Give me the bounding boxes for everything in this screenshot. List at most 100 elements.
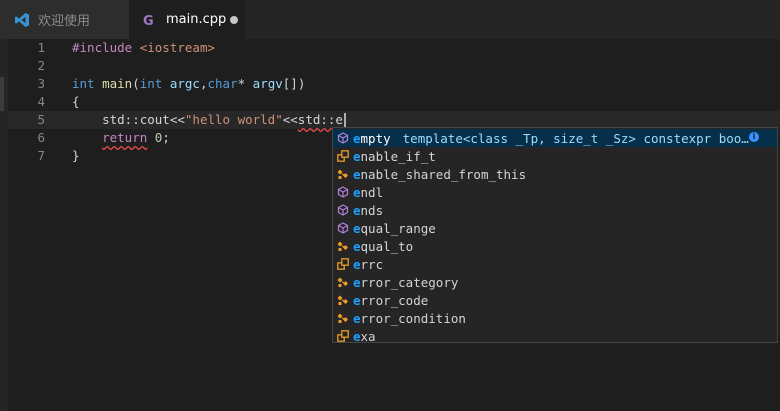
suggestion-item[interactable]: e rror_code [333, 291, 777, 309]
code-token: << [282, 112, 298, 127]
type-alias-icon [337, 258, 349, 270]
line-number: 1 [37, 40, 45, 55]
suggestion-label: qual_to [360, 238, 414, 254]
suggestion-item[interactable]: e rror_condition [333, 309, 777, 327]
suggestion-match: e [353, 310, 361, 326]
suggestion-label: rror_category [360, 274, 459, 290]
code-token: argc [169, 76, 200, 91]
code-token: <iostream> [139, 40, 215, 55]
code-token: []) [282, 76, 306, 91]
class-icon [337, 168, 349, 180]
code-token: * [237, 76, 253, 91]
suggestion-item[interactable]: e nable_shared_from_this [333, 165, 777, 183]
code-token: std::e [297, 112, 343, 127]
editor-margin [0, 39, 8, 411]
code-token: std::cout<< [72, 112, 185, 127]
class-icon [337, 312, 349, 324]
code-token: } [72, 148, 80, 163]
suggestion-match: e [353, 184, 361, 200]
unsaved-dot-icon[interactable] [230, 16, 238, 24]
line-number: 4 [37, 94, 45, 109]
suggestion-item[interactable]: e nds [333, 201, 777, 219]
suggestion-label: qual_range [360, 220, 436, 236]
code-token: int [72, 76, 95, 91]
code-token: "hello world" [184, 112, 283, 127]
code-text: return 0; [72, 129, 170, 147]
suggestion-match: e [353, 238, 361, 254]
code-text: { [72, 93, 80, 111]
code-text: } [72, 147, 80, 165]
class-icon [337, 276, 349, 288]
suggestion-label: nable_if_t [360, 148, 436, 164]
class-icon [337, 240, 349, 252]
suggestion-detail: template<class _Tp, size_t _Sz> constexp… [402, 130, 749, 146]
suggestion-label: rror_code [360, 292, 429, 308]
info-icon[interactable]: i [749, 132, 759, 142]
suggestion-label: nable_shared_from_this [360, 166, 527, 182]
code-line: 1 #include <iostream> [8, 39, 780, 57]
line-number: 5 [37, 112, 45, 127]
suggestion-label: ndl [360, 184, 384, 200]
suggestion-item[interactable]: e qual_to [333, 237, 777, 255]
tab-label: main.cpp [166, 12, 227, 27]
suggestion-match: e [353, 166, 361, 182]
suggestion-item[interactable]: e xa [333, 327, 777, 343]
code-text: std::cout<<"hello world"<<std::e [72, 111, 346, 129]
cpp-file-icon: G [142, 12, 158, 28]
code-token: int [139, 76, 163, 91]
cube-icon [337, 222, 349, 234]
suggestion-match: e [353, 256, 361, 272]
suggestion-label: xa [360, 328, 376, 343]
text-cursor [343, 113, 346, 128]
tab-main-cpp[interactable]: G main.cpp [129, 0, 246, 39]
suggestion-match: e [353, 130, 361, 146]
suggestion-match: e [353, 202, 361, 218]
svg-text:G: G [143, 14, 154, 27]
tab-bar: 欢迎使用 G main.cpp [0, 0, 780, 39]
suggestion-label: rror_condition [360, 310, 466, 326]
code-token: char [207, 76, 238, 91]
code-line: 3 int main(int argc,char* argv[]) [8, 75, 780, 93]
suggestion-match: e [353, 148, 361, 164]
line-number: 7 [37, 148, 45, 163]
line-number: 2 [37, 58, 45, 73]
code-text: #include <iostream> [72, 39, 215, 57]
line-number: 3 [37, 76, 45, 91]
suggestion-label: rrc [360, 256, 384, 272]
code-token: #include [72, 40, 140, 55]
code-token: { [72, 94, 80, 109]
code-token: , [199, 76, 208, 91]
code-token: argv [252, 76, 283, 91]
cube-icon [337, 204, 349, 216]
code-text: int main(int argc,char* argv[]) [72, 75, 305, 93]
suggestion-match: e [353, 292, 361, 308]
suggestion-item[interactable]: e nable_if_t [333, 147, 777, 165]
suggestion-item[interactable]: e rrc [333, 255, 777, 273]
suggestion-item[interactable]: e qual_range [333, 219, 777, 237]
suggestion-widget: e mpty template<class _Tp, size_t _Sz> con… [332, 127, 778, 343]
cube-icon [337, 132, 349, 144]
suggestion-match: e [353, 220, 361, 236]
suggestion-item[interactable]: e ndl [333, 183, 777, 201]
suggestion-label: nds [360, 202, 384, 218]
overview-marker [0, 77, 4, 111]
cube-icon [337, 186, 349, 198]
suggestion-match: e [353, 274, 361, 290]
code-token: ( [132, 76, 140, 91]
suggestion-label: mpty [360, 130, 391, 146]
code-line: 4{ [8, 93, 780, 111]
type-alias-icon [337, 330, 349, 342]
vscode-logo-icon [14, 12, 30, 28]
code-line: 2 [8, 57, 780, 75]
tab-welcome[interactable]: 欢迎使用 [0, 0, 129, 39]
suggestion-match: e [353, 328, 361, 343]
code-token: ; [162, 130, 170, 145]
class-icon [337, 294, 349, 306]
suggestion-item[interactable]: e mpty template<class _Tp, size_t _Sz> con… [333, 129, 777, 147]
line-number: 6 [37, 130, 45, 145]
suggestion-item[interactable]: e rror_category [333, 273, 777, 291]
